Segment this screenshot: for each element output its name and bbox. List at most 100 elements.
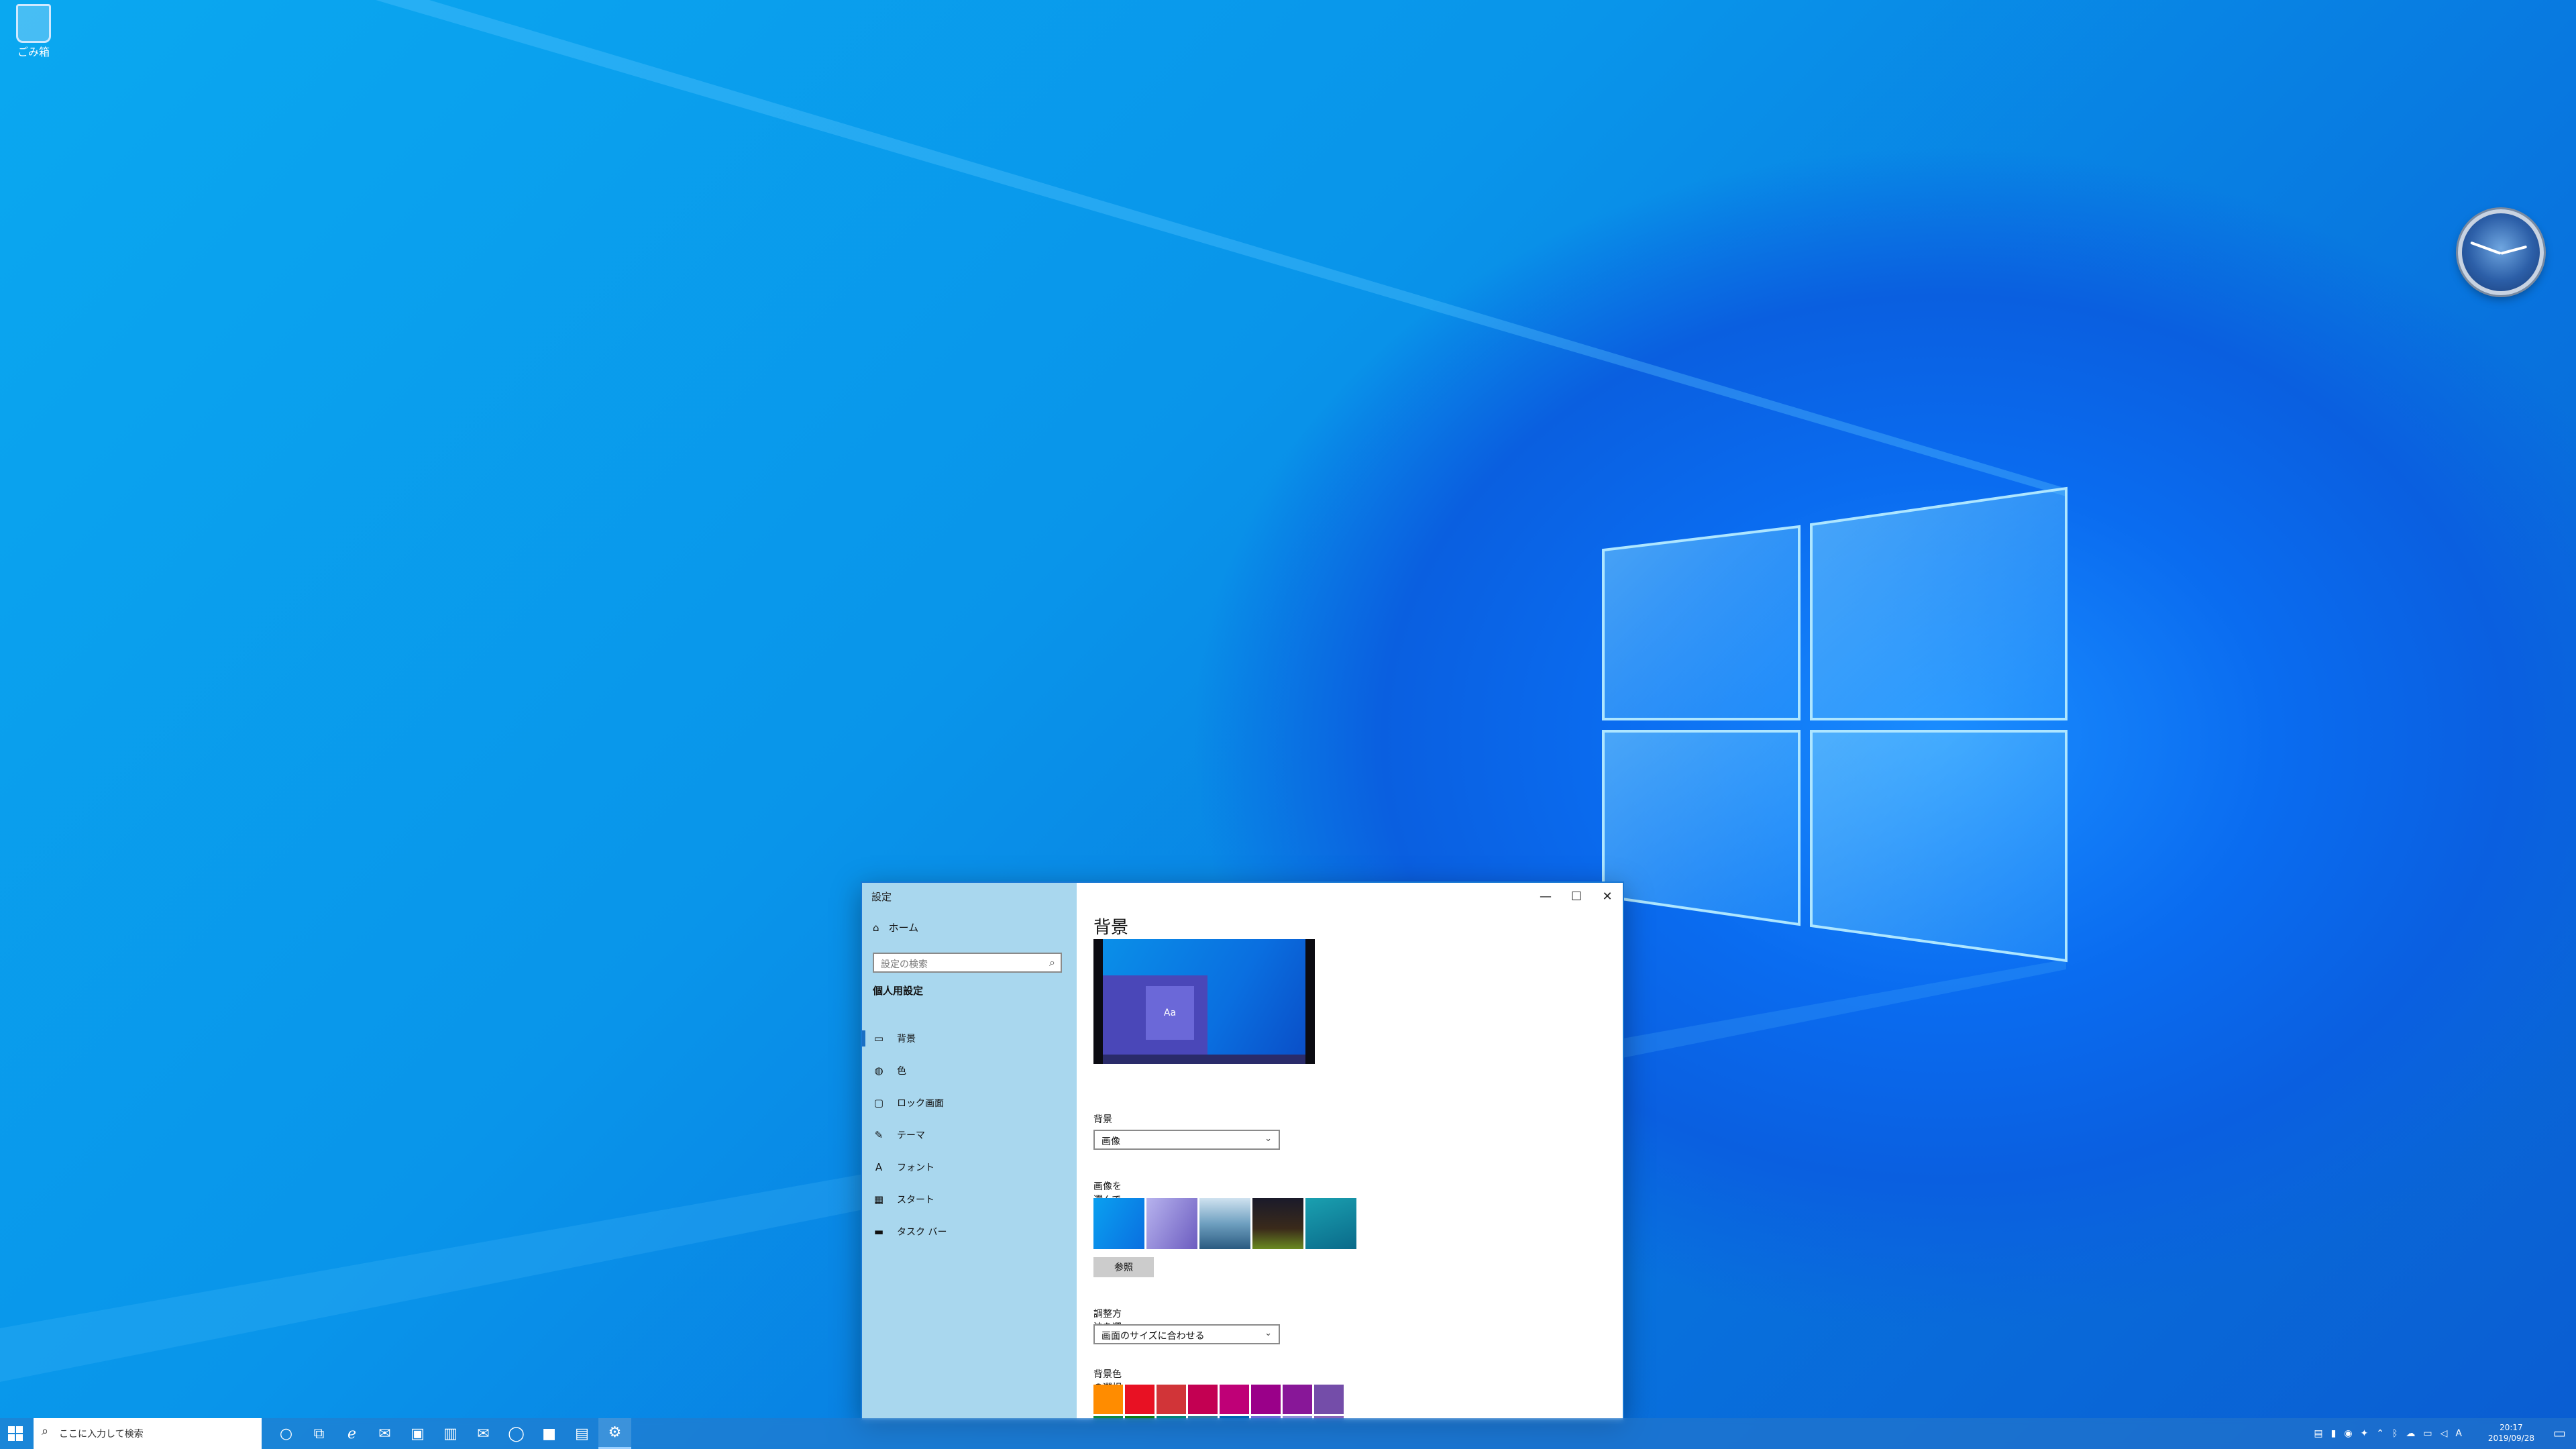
volume-icon[interactable]: ◁ [2440, 1428, 2448, 1439]
color-swatch[interactable] [1220, 1385, 1249, 1414]
window-titlebar[interactable]: 設定 — ☐ ✕ [862, 883, 1623, 910]
close-button[interactable]: ✕ [1592, 883, 1623, 910]
section-title: 個人用設定 [873, 985, 924, 997]
background-preview: Aa [1093, 939, 1315, 1064]
clock-minute-hand [2470, 241, 2502, 255]
sidebar-item-label: テーマ [897, 1130, 925, 1141]
maximize-button[interactable]: ☐ [1561, 883, 1592, 910]
thumbnail-1[interactable] [1093, 1198, 1144, 1249]
folder-icon[interactable]: ▤ [2314, 1428, 2322, 1439]
palette-icon: ◍ [874, 1065, 883, 1077]
home-icon: ⌂ [873, 921, 879, 934]
opera-icon[interactable]: ◯ [500, 1418, 533, 1449]
color-swatch[interactable] [1251, 1385, 1281, 1414]
photos-icon[interactable]: ▤ [566, 1418, 598, 1449]
store-icon[interactable]: ▥ [434, 1418, 467, 1449]
sidebar-item-lock-screen[interactable]: ▢ ロック画面 [862, 1087, 1077, 1119]
color-swatch[interactable] [1093, 1385, 1123, 1414]
taskbar-icon: ▬ [873, 1226, 884, 1238]
color-swatch[interactable] [1283, 1385, 1312, 1414]
clock-display[interactable]: 20:17 2019/09/28 [2488, 1422, 2534, 1444]
network-icon[interactable]: ▭ [2423, 1428, 2432, 1439]
chevron-down-icon: ⌄ [1265, 1328, 1272, 1338]
chevron-up-icon[interactable]: ⌃ [2376, 1428, 2384, 1439]
taskbar-search-input[interactable]: ⌕ ここに入力して検索 [34, 1418, 262, 1449]
preview-taskbar [1103, 1055, 1305, 1064]
taskbar-apps: ○ ⧉ ℯ ✉ ▣ ▥ ✉ ◯ ■ ▤ ⚙ [270, 1418, 631, 1449]
background-type-select[interactable]: 画像 ⌄ [1093, 1130, 1280, 1150]
taskbar: ⌕ ここに入力して検索 ○ ⧉ ℯ ✉ ▣ ▥ ✉ ◯ ■ ▤ ⚙ ▤ ▮ ◉ … [0, 1418, 2576, 1449]
user-icon[interactable]: ◉ [2344, 1428, 2352, 1439]
sidebar-item-color[interactable]: ◍ 色 [862, 1055, 1077, 1087]
time-text: 20:17 [2500, 1423, 2523, 1432]
nav-home-label: ホーム [888, 922, 919, 934]
search-icon: ⌕ [1049, 956, 1055, 969]
background-type-value: 画像 [1102, 1136, 1120, 1147]
date-text: 2019/09/28 [2487, 1434, 2534, 1443]
ime-icon[interactable]: A [2455, 1428, 2462, 1439]
font-icon: A [875, 1161, 883, 1173]
sidebar-item-start[interactable]: ▦ スタート [862, 1183, 1077, 1216]
clock-gadget[interactable] [2458, 209, 2544, 295]
theme-icon: ✎ [874, 1129, 883, 1141]
settings-window: 設定 — ☐ ✕ ⌂ ホーム 設定の検索 ⌕ 個人用設定 ▭ 背景 ◍ 色 ▢ … [861, 881, 1624, 1421]
sidebar-item-label: 色 [897, 1066, 906, 1077]
thumbnail-2[interactable] [1146, 1198, 1197, 1249]
window-title: 設定 [871, 891, 892, 903]
mail-icon[interactable]: ✉ [368, 1418, 401, 1449]
sidebar-item-label: スタート [897, 1195, 934, 1205]
minimize-button[interactable]: — [1530, 883, 1561, 910]
color-swatch[interactable] [1188, 1385, 1218, 1414]
file-explorer-icon[interactable]: ▣ [401, 1418, 434, 1449]
start-button[interactable] [8, 1426, 23, 1441]
sidebar-item-font[interactable]: A フォント [862, 1151, 1077, 1183]
recycle-bin-label: ごみ箱 [17, 46, 50, 58]
picture-thumbnails [1093, 1198, 1356, 1249]
sidebar-item-label: 背景 [897, 1034, 916, 1044]
cloud-icon[interactable]: ☁ [2406, 1428, 2415, 1439]
preview-tile: Aa [1146, 986, 1194, 1040]
pin-icon[interactable]: ✦ [2361, 1428, 2369, 1439]
cortana-icon[interactable]: ○ [270, 1418, 303, 1449]
sidebar-item-taskbar[interactable]: ▬ タスク バー [862, 1216, 1077, 1248]
recycle-bin-icon [16, 4, 51, 43]
fit-value: 画面のサイズに合わせる [1102, 1331, 1205, 1342]
fit-select[interactable]: 画面のサイズに合わせる ⌄ [1093, 1324, 1280, 1344]
thumbnail-4[interactable] [1252, 1198, 1303, 1249]
thumbnail-5[interactable] [1305, 1198, 1356, 1249]
clock-hour-hand [2500, 245, 2528, 255]
chevron-down-icon: ⌄ [1265, 1134, 1272, 1144]
color-swatch[interactable] [1125, 1385, 1155, 1414]
picture-icon: ▭ [873, 1032, 884, 1044]
settings-search-input[interactable]: 設定の検索 ⌕ [873, 953, 1062, 973]
system-tray: ▤ ▮ ◉ ✦ ⌃ ᛒ ☁ ▭ ◁ A [2314, 1418, 2462, 1449]
sidebar-item-label: タスク バー [897, 1227, 947, 1238]
settings-gear-icon[interactable]: ⚙ [598, 1418, 631, 1449]
lock-screen-icon: ▢ [873, 1097, 884, 1109]
sidebar-item-label: ロック画面 [897, 1098, 944, 1109]
thumbnail-3[interactable] [1199, 1198, 1250, 1249]
taskbar-search-placeholder: ここに入力して検索 [59, 1429, 144, 1440]
settings-content: 背景 Aa 背景 画像 ⌄ 画像を選んでください 参照 調整方法を選ぶ 画面のサ… [1093, 914, 1356, 1419]
nav-home[interactable]: ⌂ ホーム [873, 920, 918, 934]
bluetooth-icon[interactable]: ᛒ [2392, 1428, 2398, 1439]
sidebar-item-theme[interactable]: ✎ テーマ [862, 1119, 1077, 1151]
page-title: 背景 [1093, 918, 1129, 938]
notification-icon[interactable]: ▭ [2553, 1425, 2569, 1441]
color-swatches [1093, 1385, 1344, 1419]
sidebar-item-label: フォント [897, 1163, 934, 1173]
envelope-icon[interactable]: ✉ [467, 1418, 500, 1449]
notes-icon[interactable]: ▮ [2331, 1428, 2337, 1439]
personalization-nav: ▭ 背景 ◍ 色 ▢ ロック画面 ✎ テーマ A フォント ▦ スタート ▬ タ… [862, 1022, 1077, 1248]
recycle-bin-shortcut[interactable]: ごみ箱 [9, 4, 58, 59]
sidebar-item-background[interactable]: ▭ 背景 [862, 1022, 1077, 1055]
edge-icon[interactable]: ℯ [335, 1418, 368, 1449]
color-swatch[interactable] [1157, 1385, 1186, 1414]
color-swatch[interactable] [1314, 1385, 1344, 1414]
terminal-icon[interactable]: ■ [533, 1418, 566, 1449]
task-view-icon[interactable]: ⧉ [303, 1418, 335, 1449]
search-icon: ⌕ [42, 1424, 49, 1438]
background-label: 背景 [1093, 1114, 1112, 1125]
search-placeholder: 設定の検索 [881, 959, 928, 970]
browse-button[interactable]: 参照 [1093, 1257, 1154, 1277]
